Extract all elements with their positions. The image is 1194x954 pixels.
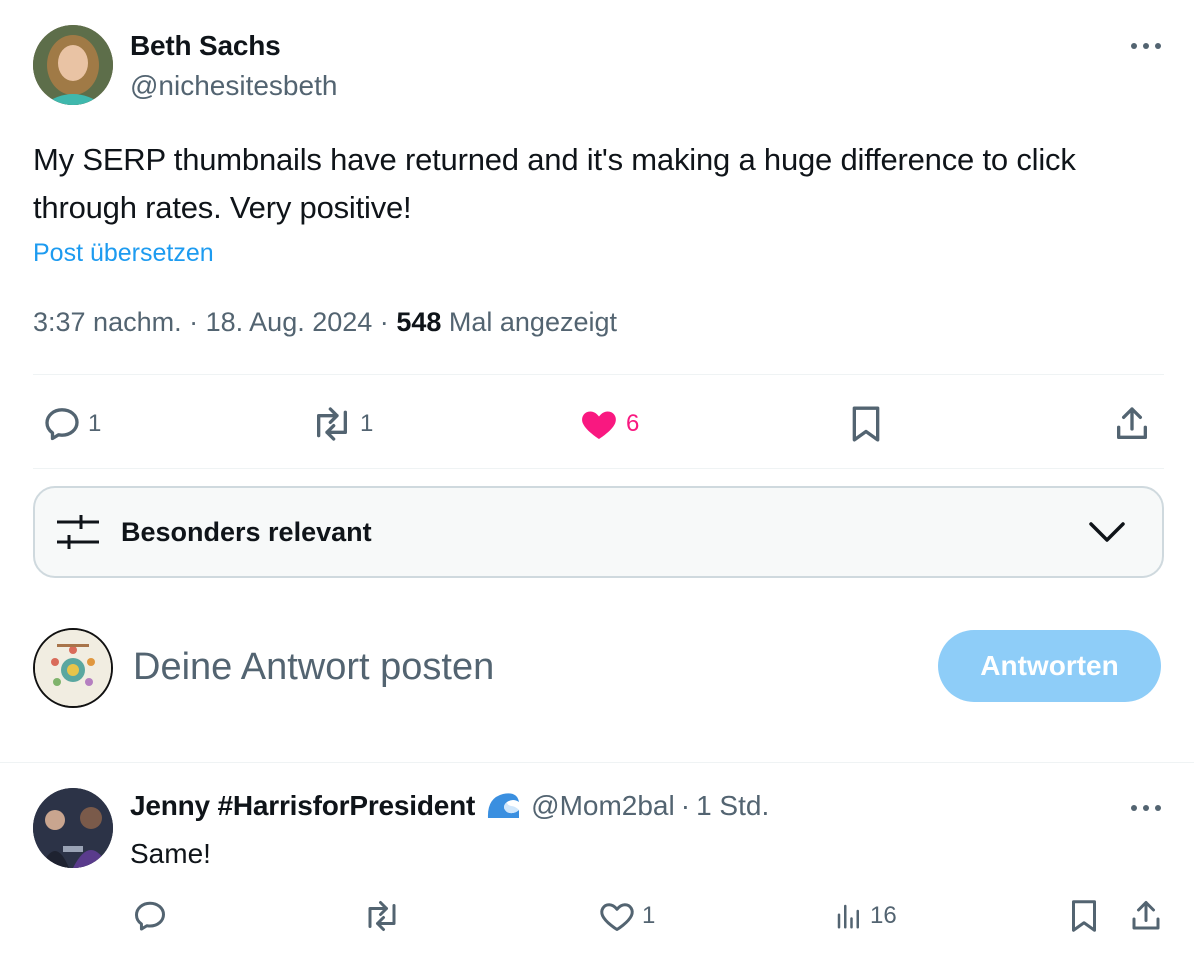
reply-share-button[interactable] bbox=[1128, 896, 1164, 936]
post-time[interactable]: 3:37 nachm. bbox=[33, 307, 182, 337]
current-user-avatar[interactable] bbox=[33, 628, 113, 708]
reply-repost-button[interactable] bbox=[362, 896, 402, 936]
divider bbox=[33, 468, 1164, 469]
author-name[interactable]: Beth Sachs bbox=[130, 30, 281, 62]
sliders-icon bbox=[57, 515, 99, 549]
reply-text: Same! bbox=[130, 838, 211, 869]
more-icon[interactable] bbox=[1128, 796, 1164, 820]
reply-input[interactable] bbox=[133, 640, 893, 694]
repost-button[interactable]: 1 bbox=[310, 400, 373, 448]
post-meta: 3:37 nachm. · 18. Aug. 2024 · 548 Mal an… bbox=[33, 307, 617, 338]
views-label: Mal angezeigt bbox=[448, 307, 617, 337]
reply-icon bbox=[45, 408, 79, 441]
heart-icon bbox=[600, 903, 634, 931]
reply-views-button[interactable]: 16 bbox=[834, 896, 897, 936]
section-divider bbox=[0, 762, 1194, 763]
reply-author-avatar[interactable] bbox=[33, 788, 113, 868]
meta-separator: · bbox=[680, 790, 691, 821]
reply-time[interactable]: 1 Std. bbox=[696, 790, 769, 822]
reply-submit-button[interactable]: Antworten bbox=[938, 630, 1161, 702]
meta-separator: · bbox=[189, 307, 199, 337]
reply-sort-dropdown[interactable]: Besonders relevant bbox=[33, 486, 1164, 578]
repost-count: 1 bbox=[360, 410, 374, 437]
reply-bookmark-button[interactable] bbox=[1068, 896, 1100, 936]
meta-separator: · bbox=[379, 307, 389, 337]
post-date[interactable]: 18. Aug. 2024 bbox=[206, 307, 373, 337]
reply-icon bbox=[135, 901, 165, 931]
views-count: 548 bbox=[396, 307, 442, 337]
like-button[interactable]: 6 bbox=[578, 400, 639, 448]
heart-filled-icon bbox=[582, 411, 616, 439]
share-button[interactable] bbox=[1112, 400, 1152, 448]
reply-like-button[interactable]: 1 bbox=[598, 896, 655, 936]
more-icon[interactable] bbox=[1128, 34, 1164, 58]
sort-label: Besonders relevant bbox=[121, 516, 372, 547]
views-chart-icon bbox=[837, 904, 859, 929]
author-avatar[interactable] bbox=[33, 25, 113, 105]
divider bbox=[33, 374, 1164, 375]
share-icon bbox=[1117, 407, 1147, 439]
bookmark-icon bbox=[1072, 900, 1096, 932]
repost-icon bbox=[368, 901, 396, 931]
bookmark-icon bbox=[852, 406, 880, 442]
blue-wave-icon bbox=[488, 793, 520, 818]
reply-button[interactable]: 1 bbox=[42, 400, 101, 448]
like-count: 6 bbox=[626, 410, 640, 437]
translate-post-link[interactable]: Post übersetzen bbox=[33, 239, 214, 268]
share-icon bbox=[1132, 901, 1160, 930]
reply-count: 1 bbox=[88, 410, 102, 437]
repost-icon bbox=[316, 407, 347, 441]
chevron-down-icon bbox=[1089, 522, 1125, 542]
reply-author-handle[interactable]: @Mom2bal bbox=[531, 790, 675, 822]
reply-views-count: 16 bbox=[870, 902, 897, 929]
post-text: My SERP thumbnails have returned and it'… bbox=[33, 142, 1076, 225]
reply-header: Jenny #HarrisforPresident @Mom2bal · 1 S… bbox=[130, 790, 769, 822]
reply-like-count: 1 bbox=[642, 902, 656, 929]
reply-reply-button[interactable] bbox=[132, 896, 168, 936]
reply-author-name[interactable]: Jenny #HarrisforPresident bbox=[130, 790, 475, 822]
author-handle[interactable]: @nichesitesbeth bbox=[130, 70, 337, 102]
bookmark-button[interactable] bbox=[848, 400, 884, 448]
